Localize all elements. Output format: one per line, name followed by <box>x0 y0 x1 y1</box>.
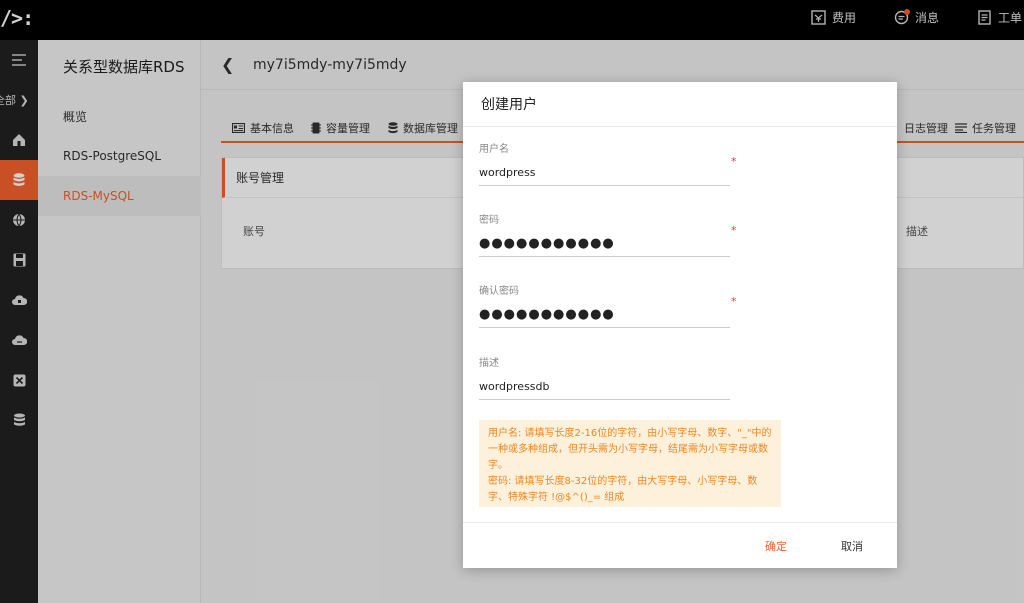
password-field-group: 密码 <box>479 211 730 257</box>
confirm-password-label: 确认密码 <box>479 286 519 297</box>
dialog-title: 创建用户 <box>463 82 897 127</box>
input-rules-hint: 用户名: 请填写长度2-16位的字符，由小写字母、数字、"_"中的一种或多种组成… <box>479 420 781 507</box>
username-field-group: 用户名 <box>479 140 730 186</box>
cancel-button[interactable]: 取消 <box>841 538 863 554</box>
description-input[interactable] <box>479 378 730 400</box>
description-field-group: 描述 <box>479 354 730 400</box>
username-label: 用户名 <box>479 144 509 155</box>
required-mark: * <box>731 155 737 168</box>
password-label: 密码 <box>479 215 499 226</box>
username-rule-text: 用户名: 请填写长度2-16位的字符，由小写字母、数字、"_"中的一种或多种组成… <box>488 428 772 471</box>
description-label: 描述 <box>479 358 499 369</box>
required-mark: * <box>731 295 737 308</box>
password-rule-text: 密码: 请填写长度8-32位的字符，由大写字母、小写字母、数字、特殊字符 !@$… <box>488 476 758 503</box>
create-user-dialog: 创建用户 用户名 * 密码 * 确认密码 * 描述 用户名: 请填写长度2-16… <box>463 82 897 568</box>
required-mark: * <box>731 224 737 237</box>
confirm-password-input[interactable] <box>479 306 730 328</box>
confirm-button[interactable]: 确定 <box>765 538 787 554</box>
dialog-footer: 确定 取消 <box>463 522 897 568</box>
username-input[interactable] <box>479 164 730 186</box>
confirm-password-field-group: 确认密码 <box>479 282 730 328</box>
password-input[interactable] <box>479 235 730 257</box>
